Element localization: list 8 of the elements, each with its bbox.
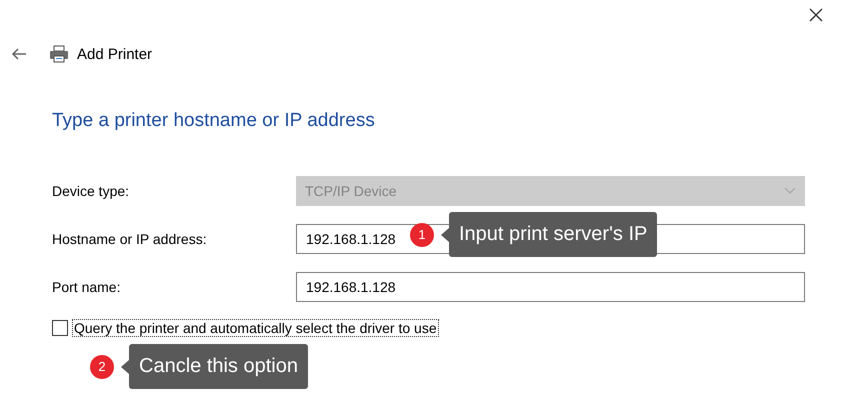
page-heading: Type a printer hostname or IP address bbox=[52, 110, 376, 132]
window-title: Add Printer bbox=[77, 46, 152, 62]
number-badge: 2 bbox=[90, 354, 114, 378]
field-label: Port name: bbox=[52, 279, 122, 295]
callout-tooltip: Input print server's IP bbox=[449, 212, 658, 257]
callout-tooltip: Cancle this option bbox=[129, 344, 308, 389]
field-label: Device type: bbox=[52, 183, 130, 199]
field-label: Hostname or IP address: bbox=[52, 231, 208, 247]
